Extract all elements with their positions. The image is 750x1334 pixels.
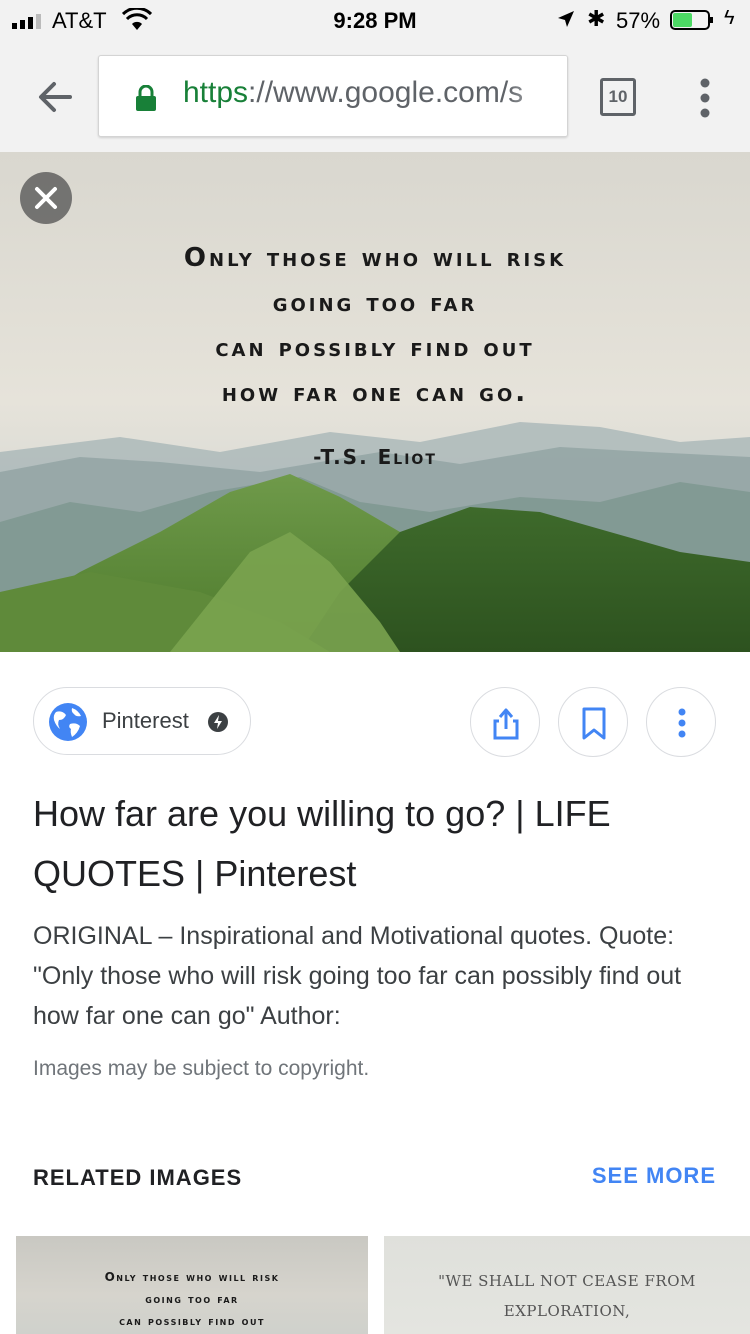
charging-bolt-icon: ϟ: [724, 7, 735, 29]
see-more-link[interactable]: SEE MORE: [592, 1163, 716, 1189]
thumbnail-line: can possibly find out: [119, 1314, 265, 1328]
related-images-heading: RELATED IMAGES: [33, 1165, 243, 1190]
result-description: ORIGINAL – Inspirational and Motivationa…: [33, 922, 682, 1030]
battery-percent: 57%: [616, 8, 661, 33]
more-vert-icon: [678, 708, 686, 738]
address-bar[interactable]: https://www.google.com/s: [98, 55, 568, 137]
close-button[interactable]: [20, 172, 72, 224]
quote-author: -T.S. Eliot: [313, 445, 437, 469]
quote-line: can possibly find out: [215, 333, 535, 363]
browser-toolbar: https://www.google.com/s 10: [0, 40, 750, 153]
amp-bolt-icon: [208, 712, 228, 732]
thumbnail-line: "WE SHALL NOT CEASE FROM EXPLORATION,: [438, 1272, 696, 1320]
thumbnail-line: Only those who will risk: [104, 1270, 280, 1284]
lock-icon: [136, 85, 156, 111]
quote-text: Only those who will risk going too far c…: [0, 236, 750, 416]
thumbnail-line: AND THE END OF ALL OUR EXPLORING: [384, 1326, 750, 1334]
copyright-notice: Images may be subject to copyright.: [33, 1057, 370, 1080]
related-image-thumbnail[interactable]: "WE SHALL NOT CEASE FROM EXPLORATION, AN…: [384, 1236, 750, 1334]
more-options-button[interactable]: [646, 687, 716, 757]
bookmark-icon: [582, 707, 606, 740]
related-image-thumbnail[interactable]: Only those who will risk going too far c…: [16, 1236, 368, 1334]
tab-switcher-icon[interactable]: 10: [600, 78, 636, 116]
quote-line: going too far: [272, 288, 478, 318]
url-rest: ://www.google.com/s: [248, 76, 524, 109]
thumbnail-line: going too far: [145, 1292, 239, 1306]
thumbnail-text: Only those who will risk going too far c…: [16, 1266, 368, 1332]
globe-icon: [49, 703, 87, 741]
url-scheme: https: [183, 76, 249, 109]
share-button[interactable]: [470, 687, 540, 757]
quote-line: how far one can go.: [221, 378, 529, 408]
battery-icon: [670, 10, 713, 30]
status-bar: AT&T 9:28 PM ✱ 57% ϟ: [0, 0, 750, 40]
bluetooth-icon: ✱: [587, 6, 606, 31]
back-arrow-icon[interactable]: [34, 76, 76, 118]
save-button[interactable]: [558, 687, 628, 757]
thumbnail-text: "WE SHALL NOT CEASE FROM EXPLORATION, AN…: [384, 1266, 750, 1334]
location-arrow-icon: [558, 11, 574, 27]
url-fade: [507, 56, 567, 136]
result-title[interactable]: How far are you willing to go? | LIFE QU…: [33, 784, 723, 904]
source-name: Pinterest: [102, 708, 189, 733]
overflow-menu-icon[interactable]: [690, 76, 720, 120]
preview-image[interactable]: Only those who will risk going too far c…: [0, 152, 750, 652]
close-icon: [35, 187, 57, 209]
source-chip[interactable]: Pinterest: [33, 687, 251, 755]
share-icon: [493, 708, 519, 740]
quote-line: Only those who will risk: [183, 243, 567, 273]
url-text[interactable]: https://www.google.com/s: [183, 76, 523, 110]
